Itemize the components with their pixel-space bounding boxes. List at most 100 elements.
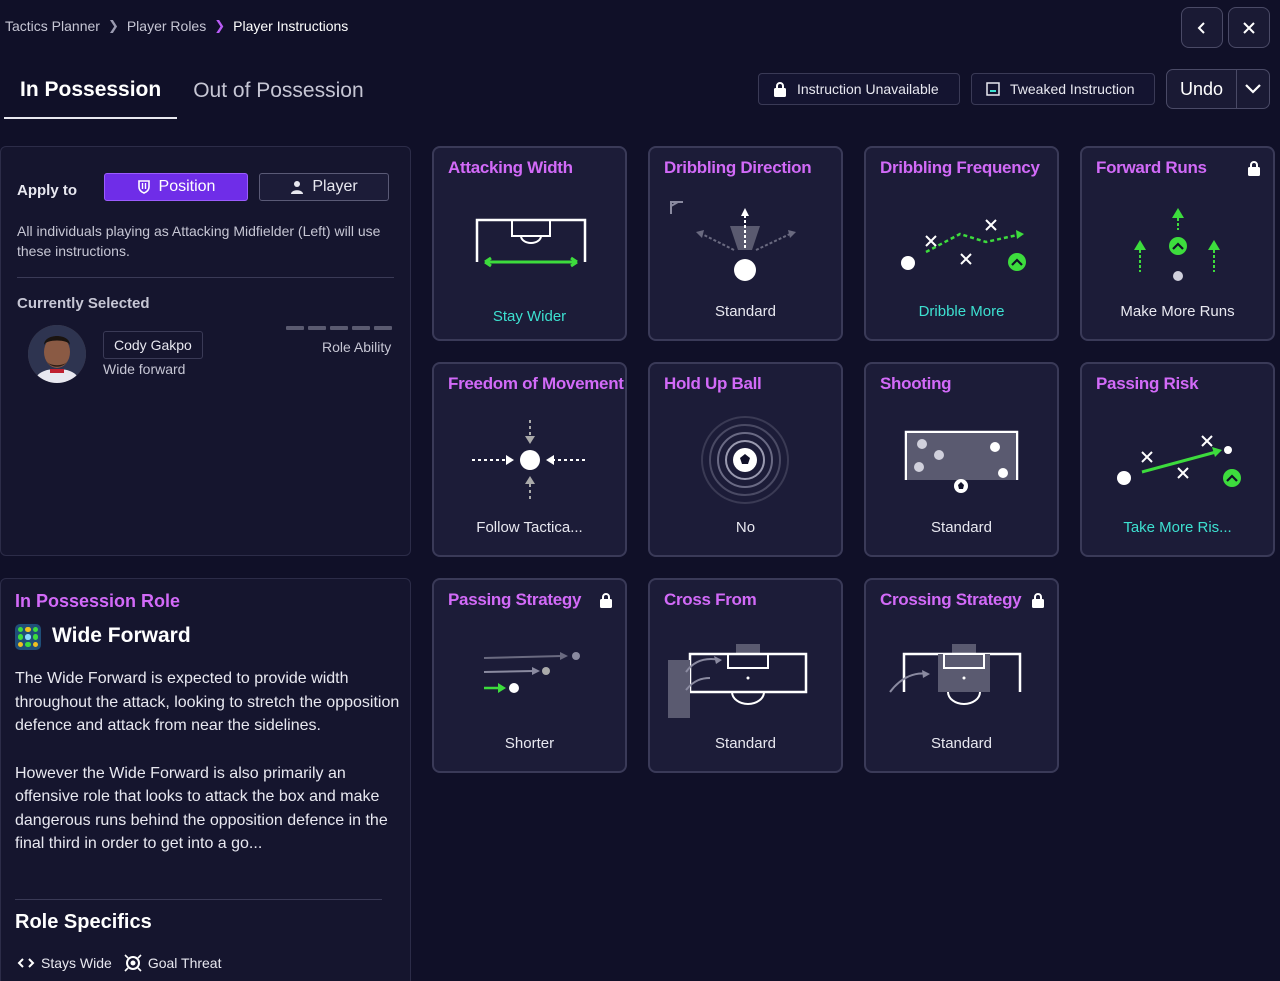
instruction-attacking-width[interactable]: Attacking Width Stay Wider	[432, 146, 627, 341]
card-title: Freedom of Movement	[448, 374, 624, 393]
card-value: No	[735, 519, 756, 536]
instruction-passing-risk[interactable]: Passing Risk Take More Ris...	[1080, 362, 1275, 557]
passing-strategy-icon	[483, 652, 580, 693]
forward-runs-icon	[1134, 208, 1220, 281]
divider	[15, 899, 382, 900]
role-ability-label: Role Ability	[322, 339, 392, 355]
instruction-shooting[interactable]: Shooting Standard	[864, 362, 1059, 557]
tab-out-of-possession[interactable]: Out of Possession	[177, 62, 379, 119]
role-description: The Wide Forward is expected to provide …	[15, 667, 400, 880]
player-name-chip[interactable]: Cody Gakpo	[103, 331, 203, 359]
specific-label: Stays Wide	[41, 955, 112, 971]
card-value: Standard	[931, 519, 992, 536]
freedom-of-movement-icon	[472, 420, 586, 500]
cross-from-icon	[668, 644, 808, 718]
specific-goal-threat: Goal Threat	[124, 954, 222, 972]
card-title: Passing Strategy	[448, 590, 582, 609]
tweaked-icon	[986, 82, 1000, 96]
role-description-paragraph: The Wide Forward is expected to provide …	[15, 670, 400, 734]
card-title: Dribbling Direction	[664, 158, 812, 177]
width-arrows-icon	[17, 958, 35, 968]
instruction-passing-strategy[interactable]: Passing Strategy Shorter	[432, 578, 627, 773]
close-icon	[1243, 21, 1255, 34]
target-icon	[124, 954, 142, 972]
role-section-title: In Possession Role	[15, 591, 181, 611]
apply-position-label: Position	[158, 178, 216, 195]
card-value: Dribble More	[918, 303, 1005, 320]
chevron-left-icon	[1197, 21, 1205, 34]
card-value: Standard	[715, 735, 776, 752]
card-title: Cross From	[664, 590, 757, 609]
breadcrumb: Tactics Planner ❯ Player Roles ❯ Player …	[5, 18, 348, 34]
card-value: Standard	[931, 735, 992, 752]
card-title: Shooting	[880, 374, 952, 393]
apply-position-button[interactable]: Position	[104, 173, 248, 201]
role-specifics-list: Stays Wide Goal Threat	[17, 954, 233, 972]
lock-icon	[774, 82, 786, 97]
tab-in-possession[interactable]: In Possession	[4, 62, 178, 119]
card-title: Dribbling Frequency	[880, 158, 1040, 177]
breadcrumb-player-roles[interactable]: Player Roles	[127, 18, 206, 34]
legend-tweaked-label: Tweaked Instruction	[1010, 81, 1135, 97]
undo-control: Undo	[1166, 69, 1270, 109]
possession-tabs: In Possession Out of Possession	[4, 62, 380, 119]
passing-risk-icon	[1117, 435, 1241, 487]
undo-button[interactable]: Undo	[1167, 70, 1237, 108]
specific-stays-wide: Stays Wide	[17, 955, 112, 971]
instruction-dribbling-direction[interactable]: Dribbling Direction Standard	[648, 146, 843, 341]
close-button[interactable]	[1228, 7, 1270, 48]
card-value: Follow Tactica...	[476, 519, 583, 536]
lock-icon	[1032, 593, 1044, 608]
card-title: Forward Runs	[1096, 158, 1207, 177]
instruction-cross-from[interactable]: Cross From Standard	[648, 578, 843, 773]
pitch-width-icon	[475, 218, 587, 268]
role-ability-bar	[286, 326, 392, 330]
legend-tweaked-instruction: Tweaked Instruction	[971, 73, 1155, 105]
legend-unavailable-label: Instruction Unavailable	[797, 81, 939, 97]
person-icon	[291, 181, 304, 194]
legend-instruction-unavailable: Instruction Unavailable	[758, 73, 960, 105]
instruction-freedom-of-movement[interactable]: Freedom of Movement Follow Tactica...	[432, 362, 627, 557]
shooting-icon	[904, 430, 1019, 493]
specific-label: Goal Threat	[147, 955, 222, 971]
apply-to-label: Apply to	[17, 182, 77, 199]
apply-player-label: Player	[312, 178, 358, 195]
shield-icon	[137, 180, 150, 194]
player-role: Wide forward	[103, 361, 186, 377]
card-title: Passing Risk	[1096, 374, 1199, 393]
role-formation-icon	[15, 624, 41, 650]
card-value: Stay Wider	[492, 308, 567, 325]
in-possession-role-panel: In Possession Role Wide Forward The Wide…	[0, 578, 411, 981]
currently-selected-label: Currently Selected	[17, 295, 150, 312]
apply-description: All individuals playing as Attacking Mid…	[17, 223, 381, 259]
apply-to-panel: Apply to Position Player All individuals…	[0, 146, 411, 556]
instruction-hold-up-ball[interactable]: Hold Up Ball No	[648, 362, 843, 557]
lock-icon	[600, 593, 612, 608]
breadcrumb-player-instructions: Player Instructions	[233, 18, 349, 34]
divider	[17, 277, 394, 278]
card-value: Standard	[715, 303, 776, 320]
undo-dropdown[interactable]	[1237, 70, 1269, 108]
avatar	[28, 325, 86, 383]
lock-icon	[1248, 161, 1260, 176]
chevron-right-icon: ❯	[214, 18, 226, 33]
dribble-direction-icon	[670, 201, 796, 281]
card-title: Hold Up Ball	[664, 374, 762, 393]
back-button[interactable]	[1181, 7, 1223, 48]
breadcrumb-tactics-planner[interactable]: Tactics Planner	[5, 18, 100, 34]
card-value: Shorter	[504, 735, 555, 752]
chevron-right-icon: ❯	[107, 18, 119, 33]
card-value: Take More Ris...	[1123, 519, 1232, 536]
card-title: Crossing Strategy	[880, 590, 1022, 609]
instruction-crossing-strategy[interactable]: Crossing Strategy Standard	[864, 578, 1059, 773]
hold-up-ball-icon	[701, 416, 789, 504]
chevron-down-icon	[1245, 84, 1261, 94]
apply-player-button[interactable]: Player	[259, 173, 389, 201]
instruction-forward-runs[interactable]: Forward Runs Make More Runs	[1080, 146, 1275, 341]
instruction-dribbling-frequency[interactable]: Dribbling Frequency Dribble More	[864, 146, 1059, 341]
card-title: Attacking Width	[448, 158, 573, 177]
role-specifics-title: Role Specifics	[15, 911, 152, 933]
card-value: Make More Runs	[1120, 303, 1235, 320]
crossing-strategy-icon	[889, 644, 1022, 705]
role-description-paragraph: However the Wide Forward is also primari…	[15, 764, 388, 853]
